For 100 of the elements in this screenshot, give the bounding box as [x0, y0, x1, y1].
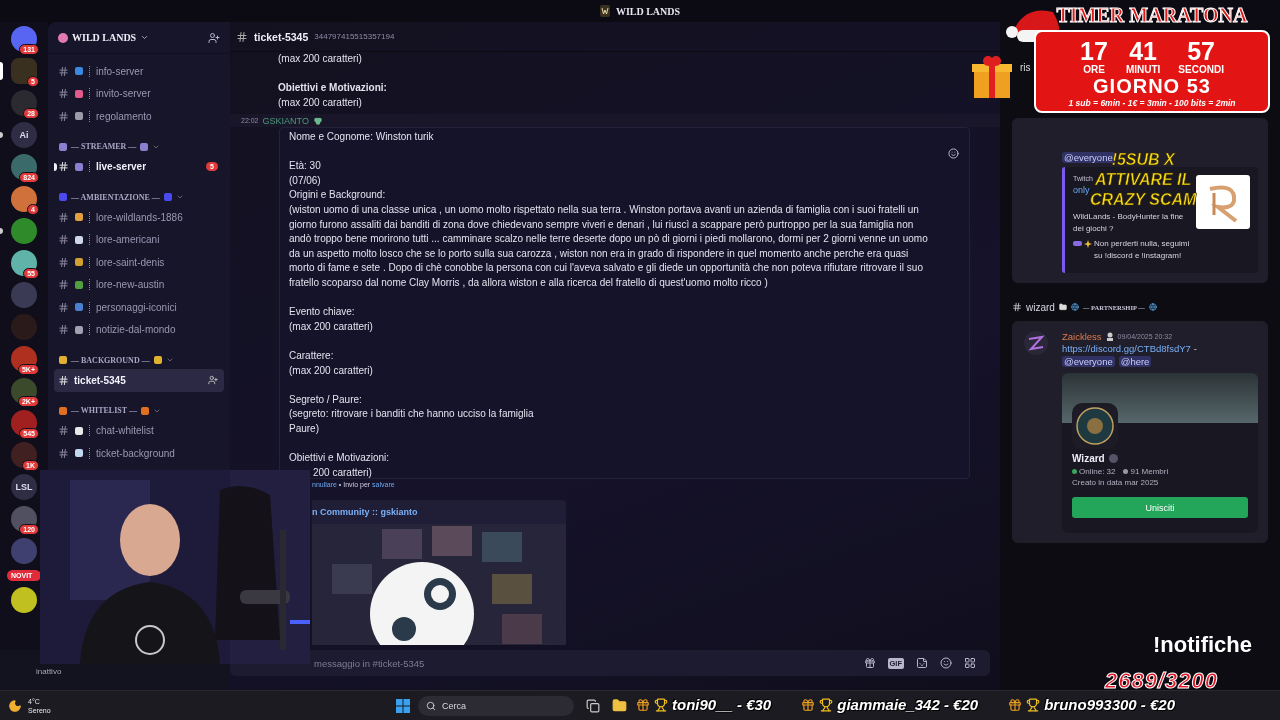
user-status: inattivo — [36, 667, 62, 676]
timer-value: 17 — [1080, 38, 1108, 64]
category-header[interactable]: — STREAMER — — [54, 127, 224, 156]
embed-title[interactable]: n Community :: gskianto — [312, 500, 566, 524]
server-button[interactable] — [11, 154, 37, 180]
window-title: WILD LANDS — [615, 5, 681, 17]
message-text: ris — [1020, 62, 1031, 75]
chevron-icon — [140, 33, 150, 42]
message-text: Segreto / Paure: — [289, 392, 363, 407]
channel-item[interactable]: chat-whitelist — [54, 419, 224, 442]
task-view-icon[interactable] — [586, 698, 600, 713]
server-button[interactable] — [11, 186, 37, 212]
gift-icon — [972, 54, 1012, 100]
member-count: 91 Membri — [1130, 467, 1169, 476]
channel-item[interactable]: ticket-background — [54, 442, 224, 465]
online-count: Online: 32 — [1079, 467, 1116, 476]
message-text: (max 200 caratteri) — [289, 319, 374, 334]
promo-text: ATTIVARE IL — [1095, 170, 1192, 190]
server-button[interactable]: Ai — [11, 122, 37, 148]
hash-icon — [58, 161, 69, 173]
channel-item[interactable]: personaggi-iconici — [54, 296, 224, 319]
server-button[interactable] — [11, 506, 37, 532]
weather-icon[interactable] — [8, 698, 22, 713]
gift-icon — [1008, 697, 1023, 712]
chevron-icon — [165, 356, 174, 364]
channel-item[interactable]: lore-saint-denis — [54, 251, 224, 274]
invite-link[interactable]: https://discord.gg/CTBd8fsdY7 — [1062, 343, 1191, 354]
emoji-icon[interactable] — [948, 148, 959, 160]
channel-item[interactable]: ticket-5345 — [54, 369, 224, 392]
emoji-icon[interactable] — [940, 657, 952, 669]
timer-unit: ORE — [1083, 64, 1105, 75]
globe-icon — [1148, 303, 1157, 311]
gift-icon[interactable] — [863, 657, 876, 669]
timer-title: TIMER MARATONA — [1056, 4, 1248, 28]
gift-icon — [636, 697, 650, 712]
hash-icon — [58, 234, 69, 246]
mention[interactable]: @here — [1118, 356, 1152, 367]
donation-text: giammaie_342 - €20 — [837, 696, 979, 713]
embed-title[interactable]: only — [1073, 185, 1090, 195]
author-name: GSKIANTO — [262, 115, 309, 126]
server-name-button[interactable]: WILD LANDS — [58, 32, 204, 43]
embed-description: WildLands - BodyHunter la fine dei giochi ? — [1073, 211, 1185, 235]
message-text: Paure) — [289, 421, 320, 436]
category-header[interactable]: — WHITELIST — — [54, 391, 224, 420]
avatar-icon — [1024, 331, 1048, 355]
server-button[interactable] — [11, 410, 37, 436]
hash-icon — [236, 30, 248, 43]
hash-icon — [58, 110, 69, 122]
author-name[interactable]: Zaickless — [1062, 330, 1102, 342]
timer-unit: SECONDI — [1178, 64, 1224, 75]
channel-item[interactable]: lore-wildlands-1886 — [54, 206, 224, 229]
hash-icon — [58, 256, 69, 268]
hash-icon — [58, 88, 69, 100]
message-text: Obiettivi e Motivazioni: — [289, 451, 391, 466]
sparkle-icon — [1084, 240, 1092, 248]
timer-rates: 1 sub = 6min - 1€ = 3min - 100 bits = 2min — [1068, 98, 1236, 108]
server-button[interactable] — [11, 250, 37, 276]
hash-icon — [58, 374, 69, 386]
channel-item[interactable]: regolamento — [54, 105, 224, 128]
channel-item[interactable]: lore-new-austin — [54, 273, 224, 296]
category-header[interactable]: — AMBIENTAZIONE — — [54, 178, 224, 206]
channel-name: wizard — [1026, 301, 1055, 313]
clover-icon — [312, 115, 323, 126]
message-text: (max 200 caratteri) — [278, 95, 363, 110]
server-button[interactable] — [11, 587, 37, 613]
hash-icon — [58, 65, 69, 77]
hash-icon — [58, 279, 69, 291]
hash-icon — [58, 425, 69, 437]
donation-text: bruno993300 - €20 — [1044, 696, 1176, 713]
message-text: Obiettivi e Motivazioni: — [278, 81, 388, 96]
server-button[interactable]: LSL — [11, 474, 37, 500]
message-text: 200 caratteri) — [312, 465, 373, 480]
add-member-icon[interactable] — [208, 31, 220, 44]
apps-icon[interactable] — [964, 657, 976, 669]
created-date: Creato in data mar 2025 — [1072, 478, 1160, 487]
channel-item[interactable]: info-server — [54, 60, 224, 83]
channel-item[interactable]: notizie-dal-mondo — [54, 318, 224, 341]
server-button[interactable] — [11, 90, 37, 116]
add-member-icon[interactable] — [208, 375, 218, 386]
sticker-icon[interactable] — [916, 657, 928, 669]
trophy-icon — [819, 697, 834, 712]
hash-icon — [58, 211, 69, 223]
search-field[interactable]: Cerca — [418, 695, 574, 716]
channel-item[interactable]: lore-americani — [54, 228, 224, 251]
server-logo-icon — [599, 5, 610, 17]
notifiche-text: !notifiche — [1153, 632, 1252, 658]
hash-icon — [58, 447, 69, 459]
message-text: Nome e Cognome: Winston turik — [289, 130, 435, 145]
globe-icon — [1070, 303, 1079, 311]
message-edit-field[interactable] — [279, 127, 970, 480]
folder-icon[interactable] — [612, 698, 627, 713]
boost-icon — [1108, 454, 1118, 463]
timer-value: 41 — [1129, 38, 1157, 64]
mention[interactable]: @everyone — [1062, 356, 1115, 367]
message-text: Origini e Background: — [289, 188, 387, 203]
category-header[interactable]: — BACKGROUND — — [54, 341, 224, 369]
channel-item[interactable]: invito-server — [54, 82, 224, 105]
server-button[interactable] — [11, 442, 37, 468]
start-icon[interactable] — [396, 698, 410, 713]
server-button[interactable] — [11, 58, 37, 84]
